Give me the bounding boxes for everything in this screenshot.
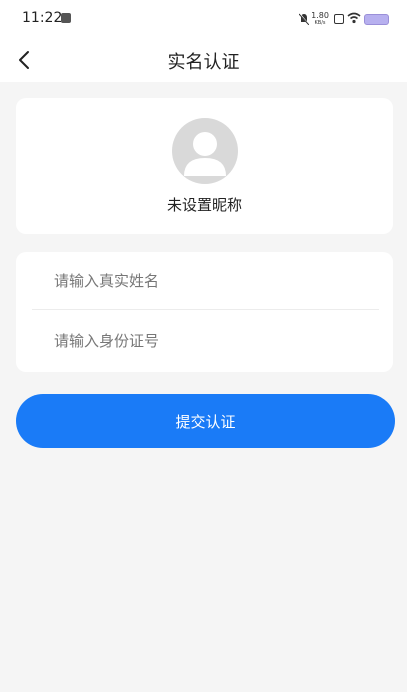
- status-icons: 1.80 KB/s: [279, 9, 389, 29]
- real-name-input[interactable]: [32, 271, 379, 290]
- navigation-bar: 实名认证: [0, 38, 407, 82]
- network-speed-value: 1.80: [311, 11, 329, 20]
- sim-icon: [334, 14, 344, 24]
- id-number-field: [32, 312, 379, 370]
- submit-verification-button[interactable]: 提交认证: [16, 394, 395, 448]
- avatar[interactable]: [172, 118, 238, 184]
- verification-form: [16, 252, 393, 372]
- profile-card: 未设置昵称: [16, 98, 393, 234]
- id-number-input[interactable]: [32, 332, 379, 350]
- wifi-icon: [347, 12, 361, 24]
- mute-icon: [299, 13, 309, 25]
- battery-icon: [364, 14, 389, 25]
- default-avatar-icon: [184, 132, 226, 176]
- real-name-field: [32, 252, 379, 310]
- page-title: 实名认证: [167, 52, 240, 73]
- nickname: 未设置昵称: [166, 196, 242, 214]
- notification-icon: [61, 13, 71, 23]
- status-time: 11:22: [22, 10, 63, 26]
- network-speed: 1.80 KB/s: [311, 11, 329, 26]
- network-speed-unit: KB/s: [314, 20, 326, 26]
- status-bar: 11:22 1.80 KB/s: [0, 0, 407, 38]
